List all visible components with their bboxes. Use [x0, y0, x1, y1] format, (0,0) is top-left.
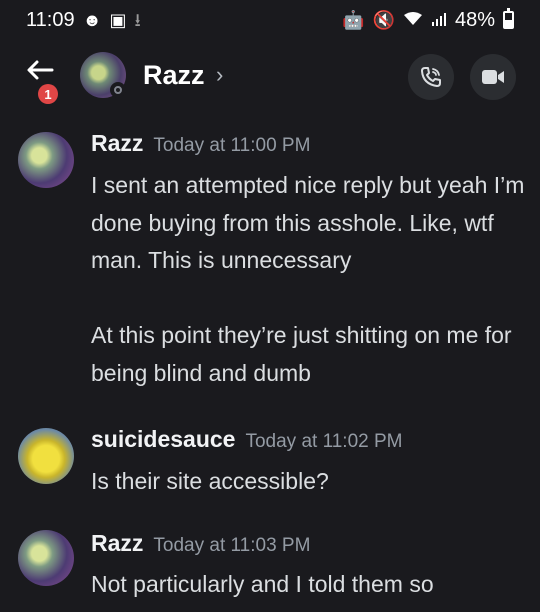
mute-icon: 🔇 — [372, 10, 395, 30]
clock: 11:09 — [26, 8, 75, 31]
avatar[interactable] — [18, 428, 74, 484]
status-right: 🤖 🔇 48% — [342, 8, 514, 32]
message-timestamp: Today at 11:02 PM — [245, 431, 403, 452]
message-text[interactable]: At this point they’re just shitting on m… — [91, 317, 531, 392]
author-name[interactable]: Razz — [91, 530, 143, 557]
channel-header: 1 Razz › — [0, 46, 540, 108]
battery-percent: 48% — [454, 8, 495, 31]
wifi-icon — [403, 11, 423, 30]
back-button[interactable]: 1 — [24, 58, 64, 104]
gallery-icon: ▣ — [109, 10, 127, 30]
robot-icon: 🤖 — [342, 10, 365, 30]
page-title[interactable]: Razz — [143, 60, 205, 91]
signal-icon — [431, 11, 447, 30]
notification-badge: 1 — [38, 84, 58, 104]
status-bar: 11:09 ☻ ▣ ⭳ 🤖 🔇 48% — [0, 0, 540, 40]
author-name[interactable]: suicidesauce — [91, 426, 235, 453]
back-arrow-icon — [27, 60, 54, 80]
avatar[interactable] — [18, 132, 74, 188]
message-timestamp: Today at 11:00 PM — [153, 135, 311, 156]
message-timestamp: Today at 11:03 PM — [153, 535, 311, 556]
author-name[interactable]: Razz — [91, 130, 143, 157]
call-button[interactable] — [408, 54, 454, 100]
message-header: suicidesauce Today at 11:02 PM — [91, 426, 403, 453]
message-header: Razz Today at 11:00 PM — [91, 130, 310, 157]
avatar[interactable] — [18, 530, 74, 586]
call-icon — [421, 67, 441, 87]
video-icon — [482, 70, 504, 84]
chevron-right-icon[interactable]: › — [216, 62, 223, 88]
message-header: Razz Today at 11:03 PM — [91, 530, 310, 557]
video-call-button[interactable] — [470, 54, 516, 100]
battery-icon — [503, 8, 514, 29]
message-text[interactable]: Not particularly and I told them so — [91, 566, 531, 604]
message-text[interactable]: Is their site accessible? — [91, 463, 531, 501]
status-left: 11:09 ☻ ▣ ⭳ — [26, 9, 141, 32]
message-text[interactable]: I sent an attempted nice reply but yeah … — [91, 167, 531, 280]
presence-offline-icon — [110, 82, 126, 98]
messenger-icon: ☻ — [82, 10, 102, 30]
download-icon: ⭳ — [134, 10, 141, 30]
